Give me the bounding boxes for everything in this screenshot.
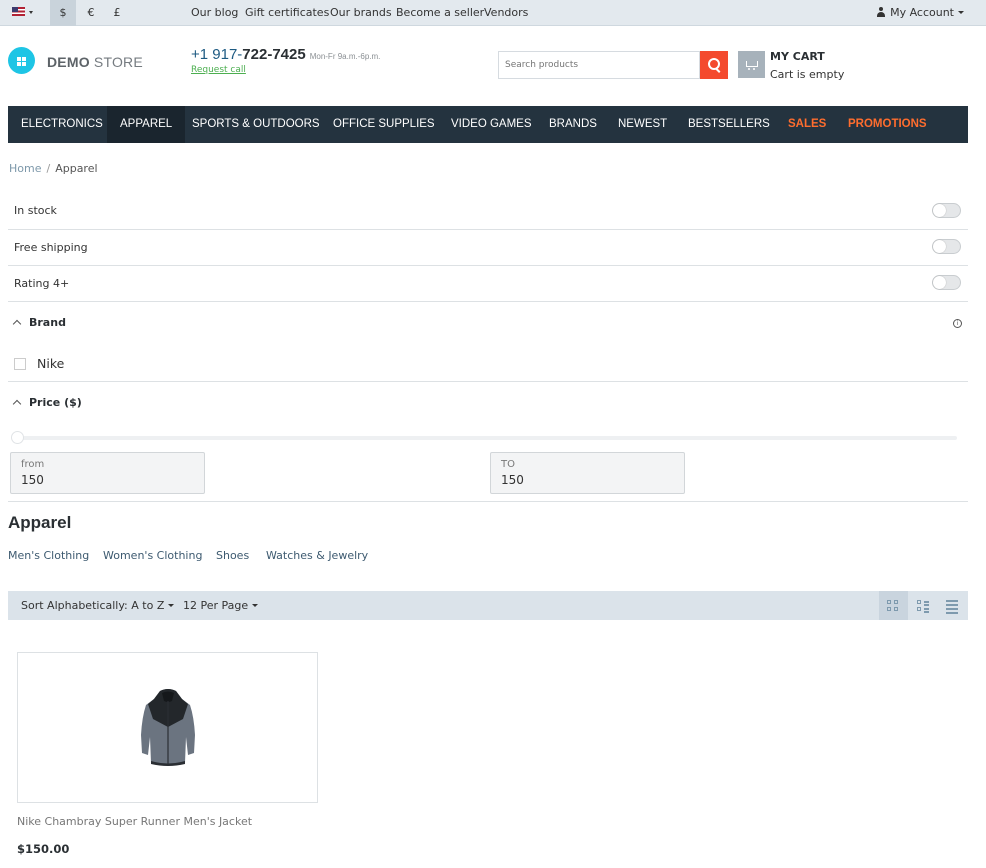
nav-sales[interactable]: SALES: [775, 106, 839, 143]
logo-icon[interactable]: [8, 47, 35, 74]
chevron-down-icon: [958, 11, 964, 14]
product-name[interactable]: Nike Chambray Super Runner Men's Jacket: [17, 815, 252, 828]
brand-checkbox-nike[interactable]: [14, 358, 26, 370]
search-button[interactable]: [700, 51, 728, 79]
nav-bestsellers[interactable]: BESTSELLERS: [675, 106, 783, 143]
chevron-down-icon: [252, 604, 259, 607]
per-page-label: 12 Per Page: [183, 599, 249, 612]
nav-apparel[interactable]: APPAREL: [107, 106, 186, 143]
product-price: $150.00: [17, 842, 70, 856]
phone-number: +1 917-722-7425 Mon-Fr 9a.m.-6p.m.: [191, 46, 381, 63]
search-input[interactable]: [498, 51, 700, 79]
breadcrumb-home[interactable]: Home: [9, 162, 41, 175]
user-icon: [876, 7, 886, 17]
price-from-value[interactable]: 150: [21, 473, 44, 487]
link-gift-certificates[interactable]: Gift certificates: [245, 6, 329, 19]
subcategory-mens-clothing[interactable]: Men's Clothing: [8, 549, 89, 562]
us-flag-icon[interactable]: [12, 7, 25, 16]
link-vendors[interactable]: Vendors: [484, 6, 528, 19]
link-our-blog[interactable]: Our blog: [191, 6, 238, 19]
sort-bar: Sort Alphabetically: A to Z 12 Per Page: [8, 591, 968, 620]
chevron-up-icon[interactable]: [12, 319, 22, 329]
rating-toggle[interactable]: [932, 275, 961, 290]
filter-free-shipping: Free shipping: [8, 230, 968, 266]
my-account-menu[interactable]: My Account: [876, 6, 964, 19]
chevron-up-icon[interactable]: [12, 399, 22, 409]
nav-newest[interactable]: NEWEST: [605, 106, 680, 143]
category-title: Apparel: [8, 513, 72, 532]
nav-video-games[interactable]: VIDEO GAMES: [438, 106, 545, 143]
price-to-field[interactable]: TO 150: [490, 452, 685, 494]
cart-icon[interactable]: [738, 51, 765, 78]
breadcrumb: Home / Apparel: [9, 162, 98, 175]
compact-list-icon[interactable]: [937, 591, 966, 620]
price-from-field[interactable]: from 150: [10, 452, 205, 494]
jacket-image[interactable]: [138, 687, 198, 767]
link-our-brands[interactable]: Our brands: [330, 6, 392, 19]
price-filter-title[interactable]: Price ($): [29, 396, 82, 409]
cart-status: Cart is empty: [770, 68, 845, 81]
free-shipping-toggle[interactable]: [932, 239, 961, 254]
filter-rating: Rating 4+: [8, 266, 968, 302]
info-icon[interactable]: i: [953, 319, 962, 328]
price-to-value[interactable]: 150: [501, 473, 524, 487]
subcategory-shoes[interactable]: Shoes: [216, 549, 249, 562]
currency-gbp[interactable]: £: [104, 0, 130, 26]
breadcrumb-current: Apparel: [55, 162, 98, 175]
price-slider-track[interactable]: [16, 436, 957, 440]
price-slider-handle[interactable]: [11, 431, 24, 444]
currency-eur[interactable]: €: [78, 0, 104, 26]
filter-label: Free shipping: [14, 241, 88, 254]
logo-text[interactable]: DEMO STORE: [47, 54, 143, 70]
price-to-label: TO: [501, 459, 515, 470]
main-nav: ELECTRONICS APPAREL SPORTS & OUTDOORS OF…: [8, 106, 968, 143]
phone-hours: Mon-Fr 9a.m.-6p.m.: [309, 52, 381, 61]
subcategory-womens-clothing[interactable]: Women's Clothing: [103, 549, 202, 562]
filter-label: Rating 4+: [14, 277, 70, 290]
chevron-down-icon: [168, 604, 175, 607]
price-from-label: from: [21, 459, 45, 470]
breadcrumb-separator: /: [46, 162, 51, 175]
filter-label: In stock: [14, 204, 57, 217]
sort-dropdown[interactable]: Sort Alphabetically: A to Z: [21, 599, 175, 612]
request-call-link[interactable]: Request call: [191, 65, 246, 75]
subcategory-watches-jewelry[interactable]: Watches & Jewelry: [266, 549, 368, 562]
top-bar: $ € £ Our blog Gift certificates Our bra…: [0, 0, 986, 26]
my-account-label: My Account: [890, 6, 954, 19]
nav-electronics[interactable]: ELECTRONICS: [8, 106, 116, 143]
link-become-seller[interactable]: Become a seller: [396, 6, 484, 19]
brand-filter-section: Brand i: [8, 302, 968, 382]
currency-usd[interactable]: $: [50, 0, 76, 26]
grid-view-icon[interactable]: [879, 591, 908, 620]
nav-office-supplies[interactable]: OFFICE SUPPLIES: [321, 106, 447, 143]
chevron-down-icon[interactable]: [29, 11, 33, 14]
filter-in-stock: In stock: [8, 193, 968, 230]
nav-promotions[interactable]: PROMOTIONS: [835, 106, 940, 143]
nav-brands[interactable]: BRANDS: [536, 106, 610, 143]
brand-option-label[interactable]: Nike: [37, 356, 64, 371]
per-page-dropdown[interactable]: 12 Per Page: [183, 599, 259, 612]
sort-label: Sort Alphabetically: A to Z: [21, 599, 165, 612]
brand-filter-title[interactable]: Brand: [29, 316, 66, 329]
cart-title[interactable]: MY CART: [770, 50, 825, 63]
nav-sports-outdoors[interactable]: SPORTS & OUTDOORS: [180, 106, 332, 143]
list-view-icon[interactable]: [908, 591, 937, 620]
in-stock-toggle[interactable]: [932, 203, 961, 218]
